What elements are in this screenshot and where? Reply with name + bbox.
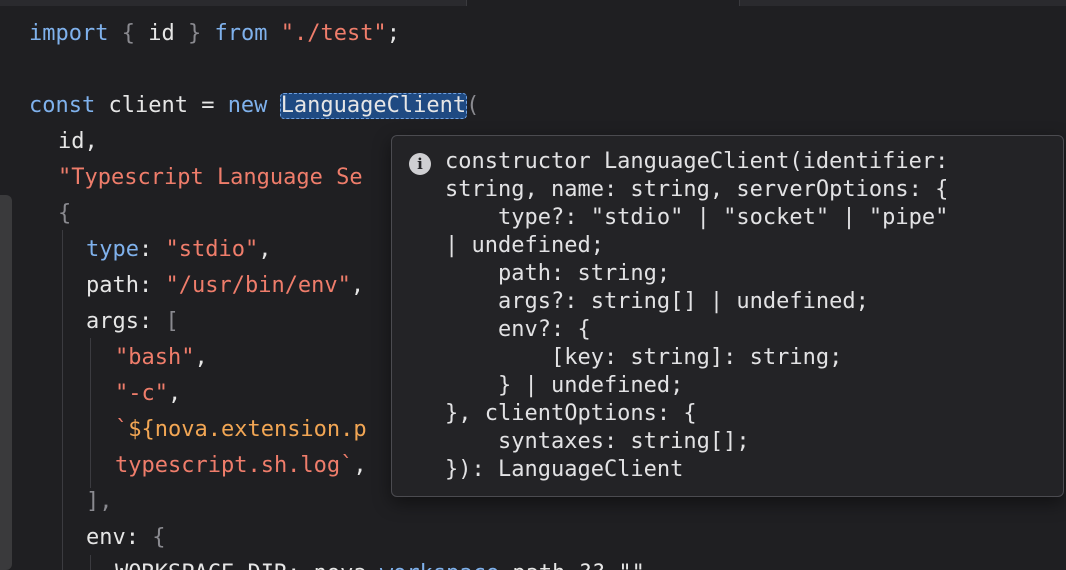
tooltip-line: env?: {	[445, 317, 591, 342]
code-line-15: env: {	[86, 525, 166, 550]
tooltip-line: constructor LanguageClient(identifier:	[445, 149, 949, 174]
info-icon: i	[409, 153, 431, 175]
code-line-8: path: "/usr/bin/env",	[86, 273, 365, 298]
tooltip-line: args?: string[] | undefined;	[445, 289, 869, 314]
tooltip-line: }, clientOptions: {	[445, 401, 697, 426]
indent-guide	[90, 338, 91, 488]
hover-tooltip: i constructor LanguageClient(identifier:…	[391, 135, 1064, 497]
indent-guide	[62, 230, 63, 570]
code-line-13: typescript.sh.log`,	[115, 453, 367, 478]
code-line-7: type: "stdio",	[86, 237, 272, 262]
tooltip-line: syntaxes: string[];	[445, 429, 750, 454]
tooltip-line: [key: string]: string;	[445, 345, 843, 370]
code-line-5: "Typescript Language Se	[58, 165, 363, 190]
code-line-4: id,	[58, 129, 98, 154]
tooltip-line: | undefined;	[445, 233, 604, 258]
code-line-11: "-c",	[115, 381, 182, 406]
tooltip-line: type?: "stdio" | "socket" | "pipe"	[445, 205, 949, 230]
code-line-14: ],	[86, 489, 113, 514]
code-line-16: WORKSPACE_DIR: nova.workspace.path ?? ""…	[115, 559, 658, 570]
tooltip-line: } | undefined;	[445, 373, 684, 398]
tooltip-line: path: string;	[445, 261, 671, 286]
code-line-6: {	[58, 201, 72, 226]
code-line-3: const client = new LanguageClient(	[29, 93, 480, 119]
code-line-10: "bash",	[115, 345, 208, 370]
indent-guide	[90, 555, 91, 570]
tooltip-line: string, name: string, serverOptions: {	[445, 177, 949, 202]
code-line-12: `${nova.extension.p	[115, 417, 367, 442]
selected-symbol-highlight[interactable]: LanguageClient	[279, 93, 468, 119]
tooltip-line: }): LanguageClient	[445, 457, 684, 482]
code-line-1: import { id } from "./test";	[29, 21, 400, 46]
code-line-9: args: [	[86, 309, 179, 334]
